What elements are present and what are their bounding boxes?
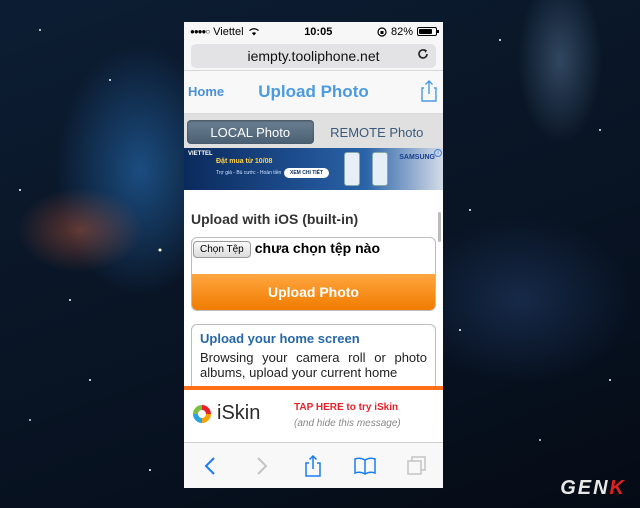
battery-percent: 82% [390, 25, 413, 38]
scrollbar[interactable] [438, 212, 441, 242]
file-picker-row: Chọn Tệp chưa chọn tệp nào [192, 238, 435, 274]
iskin-name: iSkin [217, 402, 261, 424]
main-content: Upload with iOS (built-in) Chọn Tệp chưa… [184, 211, 443, 394]
iskin-cta[interactable]: TAP HERE to try iSkin [294, 402, 398, 413]
card-text: Browsing your camera roll or photo album… [200, 350, 427, 380]
ad-brand: VIETTEL [188, 151, 213, 157]
forward-icon[interactable] [250, 454, 274, 478]
card-title: Upload your home screen [200, 331, 360, 346]
share-icon[interactable] [421, 80, 437, 102]
bookmarks-icon[interactable] [353, 454, 377, 478]
ad-info-icon[interactable]: i [434, 149, 442, 157]
carrier-label: Viettel [213, 25, 244, 38]
rotation-lock-icon [377, 26, 387, 37]
reload-icon[interactable] [416, 47, 430, 61]
wifi-icon [248, 28, 259, 36]
upload-photo-button[interactable]: Upload Photo [192, 274, 435, 310]
signal-icon: ●●●●○ [190, 27, 210, 36]
clock: 10:05 [304, 25, 333, 38]
tab-remote-photo[interactable]: REMOTE Photo [314, 120, 441, 144]
battery-icon [417, 27, 439, 36]
url-text: iempty.tooliphone.net [247, 48, 380, 64]
ad-subline: Trợ giá - Bù cước - Hoàn tiền [216, 170, 282, 176]
back-icon[interactable] [198, 454, 222, 478]
ad-detail-button[interactable]: XEM CHI TIẾT [284, 168, 330, 178]
status-bar: ●●●●○ Viettel 10:05 82% [184, 22, 443, 41]
ad-phone-image [372, 152, 388, 186]
tabs-icon[interactable] [405, 454, 429, 478]
iskin-banner[interactable]: iSkin TAP HERE to try iSkin (and hide th… [184, 386, 443, 442]
ad-partner: SAMSUNG [399, 154, 435, 161]
upload-form: Chọn Tệp chưa chọn tệp nào Upload Photo [191, 237, 436, 311]
app-navbar: Home Upload Photo [184, 71, 443, 114]
iskin-logo-icon [193, 405, 211, 423]
choose-file-button[interactable]: Chọn Tệp [193, 241, 251, 258]
address-bar-container: iempty.tooliphone.net [184, 41, 443, 71]
advertisement-banner[interactable]: VIETTEL Đặt mua từ 10/08 Trợ giá - Bù cư… [184, 148, 443, 190]
file-status: chưa chọn tệp nào [254, 240, 381, 256]
home-screen-card[interactable]: Upload your home screen Browsing your ca… [191, 324, 436, 394]
home-link[interactable]: Home [188, 84, 224, 99]
upload-section-title: Upload with iOS (built-in) [191, 211, 359, 227]
photo-source-tabs: LOCAL Photo REMOTE Photo [184, 114, 443, 148]
genk-watermark: GENK [560, 477, 626, 499]
iphone-screen: ●●●●○ Viettel 10:05 82% iempty.tooliphon… [184, 22, 443, 488]
ad-phone-image [344, 152, 360, 186]
tab-local-photo[interactable]: LOCAL Photo [187, 120, 314, 144]
ad-headline: Đặt mua từ 10/08 [216, 158, 273, 165]
iskin-dismiss-hint: (and hide this message) [294, 418, 401, 429]
share-icon[interactable] [301, 454, 325, 478]
address-bar[interactable]: iempty.tooliphone.net [191, 44, 436, 68]
safari-toolbar [184, 442, 443, 488]
